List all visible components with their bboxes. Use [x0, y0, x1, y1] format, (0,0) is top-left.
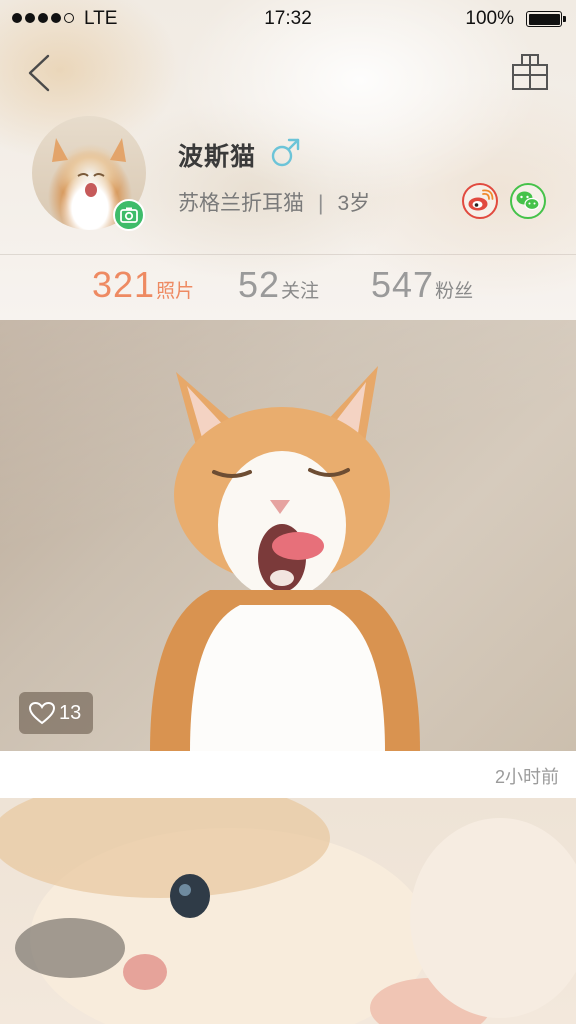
- post-photo[interactable]: [0, 798, 576, 1024]
- photos-label: 照片: [156, 281, 195, 302]
- pet-age: 3岁: [337, 192, 371, 215]
- pet-breed: 苏格兰折耳猫: [178, 192, 304, 215]
- weibo-share-button[interactable]: [462, 183, 498, 219]
- change-avatar-button[interactable]: [113, 199, 145, 231]
- post-photo[interactable]: [0, 320, 576, 751]
- stat-following[interactable]: 52关注: [238, 264, 319, 306]
- stat-fans[interactable]: 547粉丝: [371, 264, 473, 306]
- info-separator: |: [318, 192, 324, 215]
- pet-info: 苏格兰折耳猫 | 3岁: [178, 187, 370, 217]
- profile-header: LTE 17:32 100% 波斯猫 苏格兰折耳猫 | 3岁 321照片 52关…: [0, 0, 576, 320]
- fans-label: 粉丝: [435, 281, 474, 302]
- back-button[interactable]: [22, 50, 58, 96]
- photos-count: 321: [92, 264, 156, 305]
- battery-icon: [526, 11, 566, 27]
- stats-divider: [0, 254, 576, 255]
- wechat-icon: [516, 191, 540, 211]
- following-count: 52: [238, 264, 281, 305]
- following-label: 关注: [281, 281, 320, 302]
- kitten-photo-illustration: [0, 798, 576, 1024]
- wechat-share-button[interactable]: [510, 183, 546, 219]
- male-gender-icon: [271, 138, 300, 167]
- cat-photo-illustration: [150, 366, 420, 751]
- post-timestamp: 2小时前: [494, 767, 559, 787]
- camera-icon: [120, 207, 138, 223]
- shop-button[interactable]: [510, 50, 550, 92]
- like-count: 13: [59, 702, 82, 724]
- pet-name: 波斯猫: [178, 143, 257, 171]
- like-button[interactable]: 13: [19, 692, 93, 734]
- weibo-icon: [468, 189, 494, 211]
- stat-photos[interactable]: 321照片: [92, 264, 194, 306]
- chevron-left-icon: [28, 54, 50, 92]
- post-meta: 2小时前: [0, 751, 576, 798]
- shopping-bag-icon: [512, 54, 548, 90]
- stats-row: 321照片 52关注 547粉丝: [0, 264, 576, 312]
- fans-count: 547: [371, 264, 435, 305]
- battery-percent: 100%: [465, 8, 514, 29]
- heart-outline-icon: [28, 701, 56, 725]
- status-bar: LTE 17:32 100%: [0, 0, 576, 38]
